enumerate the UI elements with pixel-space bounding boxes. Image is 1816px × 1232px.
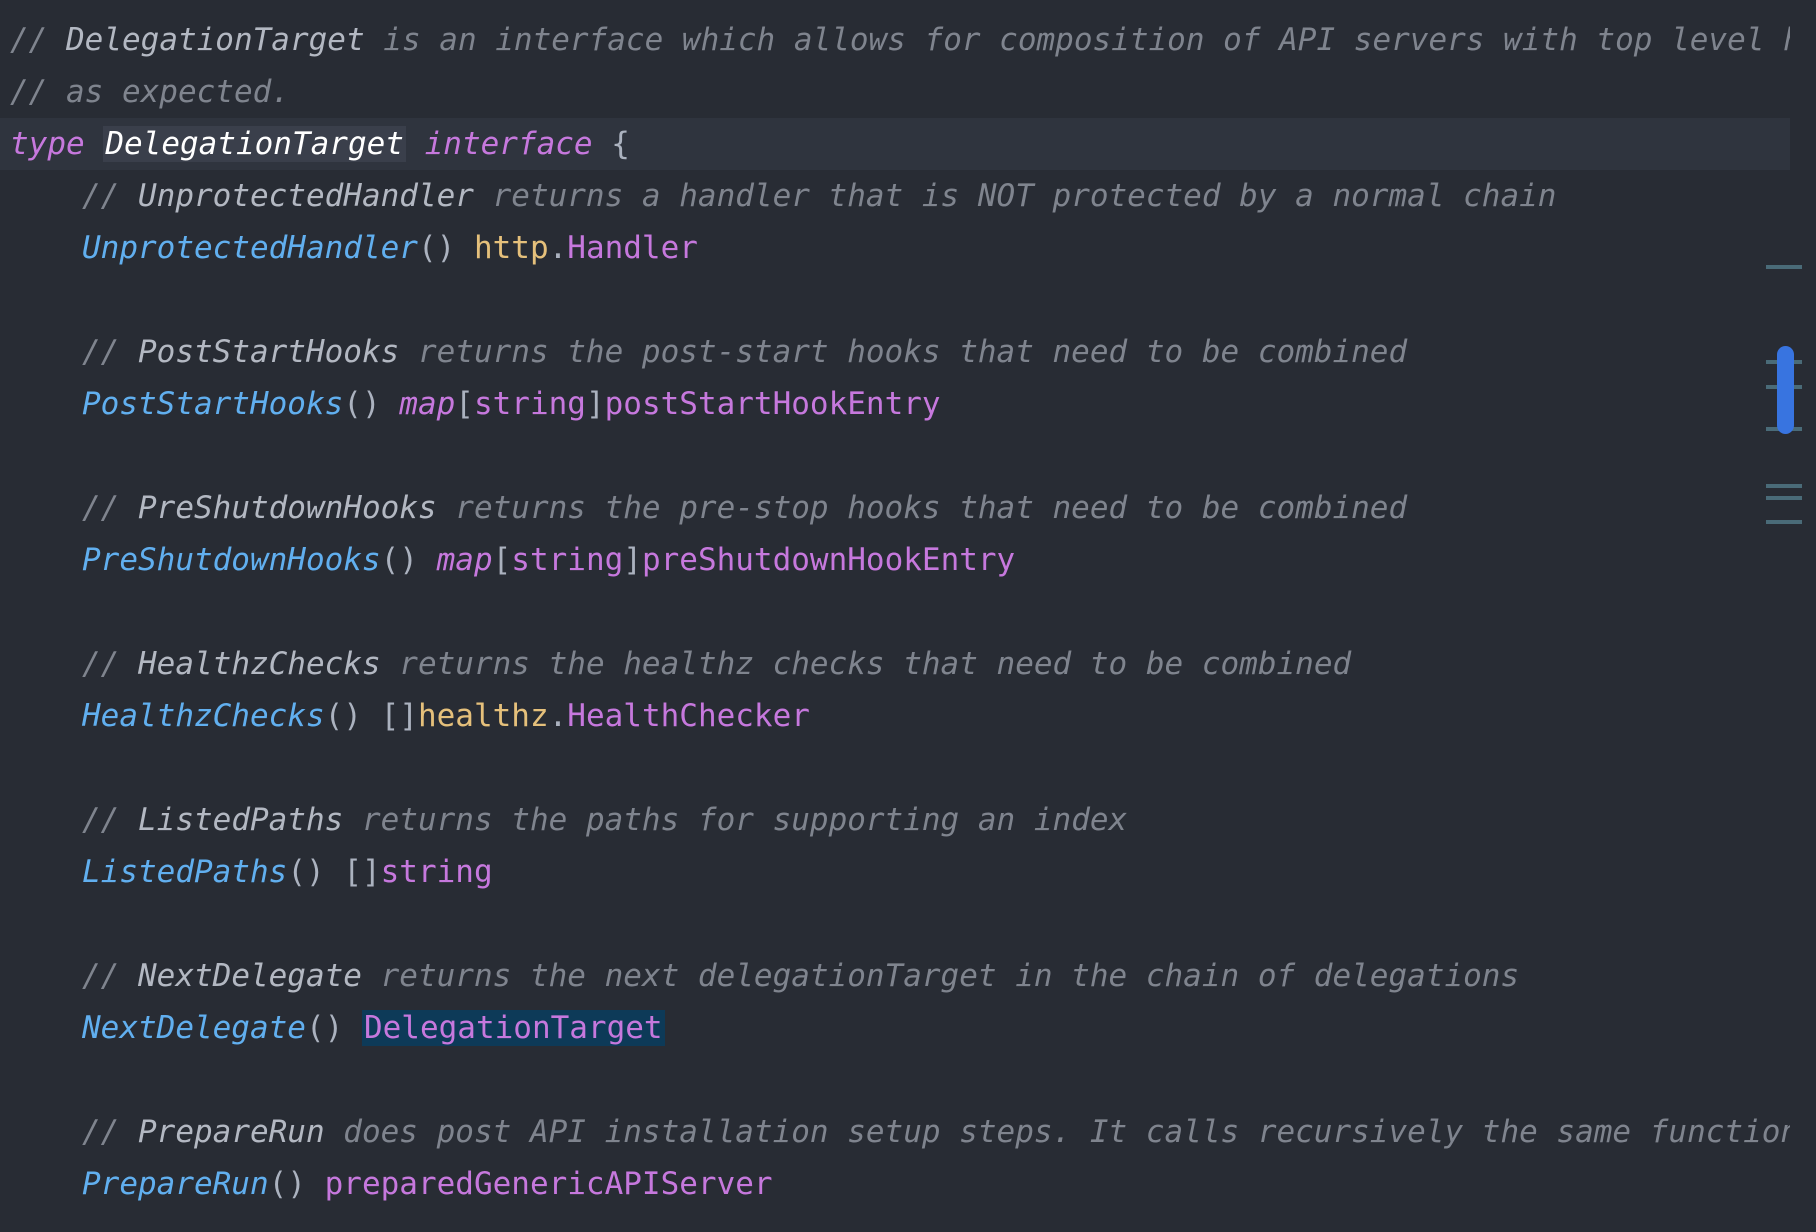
code-line[interactable]: // HealthzChecks returns the healthz che… xyxy=(0,638,1790,690)
package-name[interactable]: healthz xyxy=(418,698,549,734)
key-type[interactable]: string xyxy=(474,386,586,422)
parens: () xyxy=(380,542,437,578)
comment-slashes: // xyxy=(10,22,66,58)
comment-slashes: // xyxy=(82,646,138,682)
comment-identifier: NextDelegate xyxy=(138,958,362,994)
code-line[interactable]: HealthzChecks() []healthz.HealthChecker xyxy=(0,690,1790,742)
usage-marker[interactable] xyxy=(1766,520,1802,524)
method-name[interactable]: PreShutdownHooks xyxy=(82,542,381,578)
keyword-map: map xyxy=(399,386,456,422)
code-line[interactable]: PrepareRun() preparedGenericAPIServer xyxy=(0,1158,1790,1210)
method-name[interactable]: ListedPaths xyxy=(82,854,287,890)
blank-line[interactable] xyxy=(0,274,1790,326)
comment-slashes: // xyxy=(82,178,138,214)
comment-text: // as expected. xyxy=(10,74,290,110)
comment-text: returns the healthz checks that need to … xyxy=(380,646,1352,682)
comment-text: returns the post-start hooks that need t… xyxy=(399,334,1408,370)
interface-name-declaration[interactable]: DelegationTarget xyxy=(103,126,406,162)
comment-identifier: DelegationTarget xyxy=(66,22,365,58)
code-line[interactable]: PostStartHooks() map[string]postStartHoo… xyxy=(0,378,1790,430)
parens: () xyxy=(324,698,381,734)
comment-slashes: // xyxy=(82,334,138,370)
blank-line[interactable] xyxy=(0,742,1790,794)
comment-text: returns the pre-stop hooks that need to … xyxy=(436,490,1408,526)
keyword-map: map xyxy=(436,542,493,578)
code-line[interactable]: // NextDelegate returns the next delegat… xyxy=(0,950,1790,1002)
method-name[interactable]: PostStartHooks xyxy=(82,386,343,422)
parens: () xyxy=(268,1166,325,1202)
code-line[interactable]: // PostStartHooks returns the post-start… xyxy=(0,326,1790,378)
bracket-open: [ xyxy=(455,386,474,422)
dot: . xyxy=(548,698,568,734)
method-name[interactable]: HealthzChecks xyxy=(82,698,325,734)
comment-text: returns the paths for supporting an inde… xyxy=(343,802,1128,838)
comment-slashes: // xyxy=(82,958,138,994)
return-type[interactable]: preShutdownHookEntry xyxy=(642,542,1015,578)
code-editor[interactable]: // DelegationTarget is an interface whic… xyxy=(0,0,1816,1232)
method-name[interactable]: NextDelegate xyxy=(82,1010,306,1046)
package-name[interactable]: http xyxy=(474,230,549,266)
dot: . xyxy=(548,230,568,266)
comment-text: is an interface which allows for composi… xyxy=(383,22,1790,58)
open-brace: { xyxy=(592,126,630,162)
comment-identifier: ListedPaths xyxy=(138,802,344,838)
parens: () xyxy=(343,386,400,422)
code-area[interactable]: // DelegationTarget is an interface whic… xyxy=(0,14,1790,1232)
comment-identifier: UnprotectedHandler xyxy=(138,178,474,214)
slice-brackets: [] xyxy=(380,698,418,734)
keyword-type: type xyxy=(10,126,85,162)
blank-line[interactable] xyxy=(0,898,1790,950)
parens: () xyxy=(305,1010,362,1046)
blank-line[interactable] xyxy=(0,1054,1790,1106)
comment-text: returns the next delegationTarget in the… xyxy=(361,958,1520,994)
method-name[interactable]: PrepareRun xyxy=(82,1166,269,1202)
return-type-usage-highlight[interactable]: DelegationTarget xyxy=(361,1010,665,1046)
keyword-interface: interface xyxy=(424,126,593,162)
comment-identifier: HealthzChecks xyxy=(138,646,381,682)
comment-text: does post API installation setup steps. … xyxy=(324,1114,1790,1150)
comment-identifier: PrepareRun xyxy=(138,1114,325,1150)
method-name[interactable]: UnprotectedHandler xyxy=(82,230,418,266)
code-line[interactable]: UnprotectedHandler() http.Handler xyxy=(0,222,1790,274)
code-line[interactable]: // as expected. xyxy=(0,66,1790,118)
return-type[interactable]: Handler xyxy=(567,230,698,266)
slice-brackets: [] xyxy=(343,854,381,890)
code-line[interactable]: // DelegationTarget is an interface whic… xyxy=(0,14,1790,66)
comment-slashes: // xyxy=(82,1114,138,1150)
comment-slashes: // xyxy=(82,802,138,838)
current-code-line[interactable]: type DelegationTarget interface { xyxy=(0,118,1790,170)
editor-marker-strip[interactable] xyxy=(1756,0,1816,1232)
comment-identifier: PreShutdownHooks xyxy=(138,490,437,526)
bracket-close: ] xyxy=(623,542,642,578)
comment-text: returns a handler that is NOT protected … xyxy=(473,178,1557,214)
code-line[interactable]: // PreShutdownHooks returns the pre-stop… xyxy=(0,482,1790,534)
comment-slashes: // xyxy=(82,490,138,526)
usage-marker[interactable] xyxy=(1766,265,1802,269)
bracket-open: [ xyxy=(492,542,512,578)
return-type[interactable]: HealthChecker xyxy=(567,698,810,734)
usage-marker[interactable] xyxy=(1766,496,1802,500)
bracket-close: ] xyxy=(585,386,605,422)
code-line[interactable]: // UnprotectedHandler returns a handler … xyxy=(0,170,1790,222)
scrollbar-thumb[interactable] xyxy=(1777,346,1794,434)
parens: () xyxy=(417,230,474,266)
code-line[interactable]: // PrepareRun does post API installation… xyxy=(0,1106,1790,1158)
code-line[interactable]: NextDelegate() DelegationTarget xyxy=(0,1002,1790,1054)
key-type[interactable]: string xyxy=(511,542,623,578)
usage-marker[interactable] xyxy=(1766,484,1802,488)
return-type[interactable]: string xyxy=(381,854,493,890)
blank-line[interactable] xyxy=(0,430,1790,482)
parens: () xyxy=(287,854,344,890)
code-line[interactable]: ListedPaths() []string xyxy=(0,846,1790,898)
code-line[interactable]: // ListedPaths returns the paths for sup… xyxy=(0,794,1790,846)
return-type[interactable]: preparedGenericAPIServer xyxy=(325,1166,773,1202)
return-type[interactable]: postStartHookEntry xyxy=(605,386,941,422)
comment-identifier: PostStartHooks xyxy=(138,334,400,370)
code-line[interactable]: PreShutdownHooks() map[string]preShutdow… xyxy=(0,534,1790,586)
blank-line[interactable] xyxy=(0,586,1790,638)
